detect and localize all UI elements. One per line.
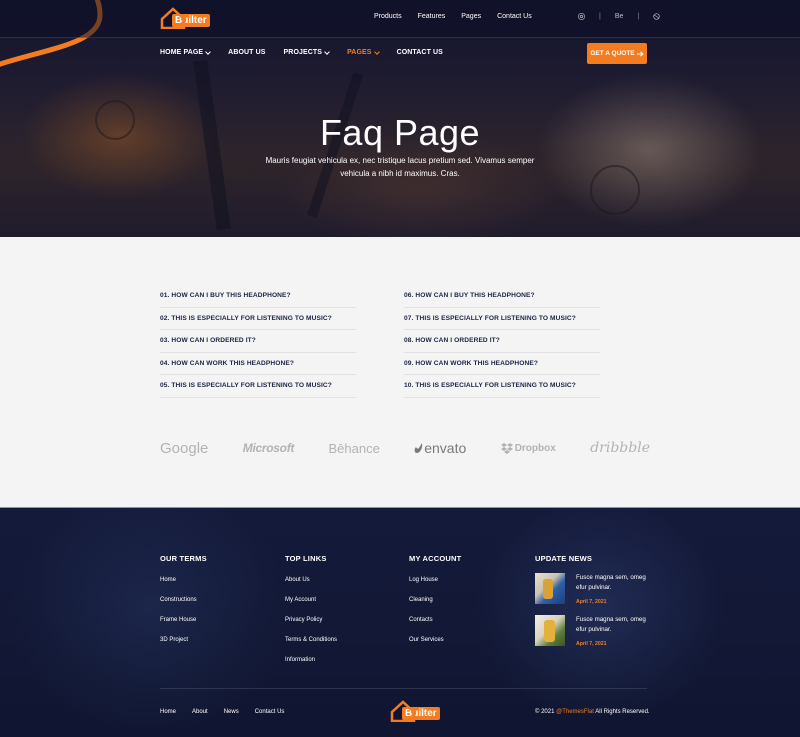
footer-bottom-nav: Home About News Contact Us [160, 709, 300, 715]
footer-link[interactable]: Contacts [409, 617, 461, 637]
nav-about-us[interactable]: ABOUT US [228, 49, 265, 56]
faq-question[interactable]: 05. THIS IS ESPECIALLY FOR LISTENING TO … [160, 375, 356, 398]
brand-logos: Google Microsoft Bēhance envato Dropbox … [160, 437, 650, 459]
footer-link[interactable]: Cleaning [409, 597, 461, 617]
social-links: | Be | [578, 13, 660, 20]
arrow-right-icon [636, 51, 644, 56]
footer-bottom-link-about[interactable]: About [192, 709, 208, 715]
behance-logo: Bēhance [328, 440, 380, 456]
footer-link[interactable]: My Account [285, 597, 337, 617]
footer-link[interactable]: Privacy Policy [285, 617, 337, 637]
top-link-products[interactable]: Products [374, 13, 402, 20]
faq-question[interactable]: 03. HOW CAN I ORDERED IT? [160, 330, 356, 353]
chevron-down-icon [324, 48, 330, 55]
top-link-pages[interactable]: Pages [461, 13, 481, 20]
faq-question[interactable]: 07. THIS IS ESPECIALLY FOR LISTENING TO … [404, 308, 600, 330]
faq-list-right: 06. HOW CAN I BUY THIS HEADPHONE? 07. TH… [404, 285, 600, 398]
faq-question[interactable]: 10. THIS IS ESPECIALLY FOR LISTENING TO … [404, 375, 600, 398]
instagram-icon[interactable] [578, 13, 585, 20]
footer-heading: TOP LINKS [285, 554, 327, 563]
footer-top-links: TOP LINKS About Us My Account Privacy Po… [285, 554, 337, 677]
get-a-quote-button[interactable]: GET A QUOTE [587, 43, 647, 64]
footer-update-news: UPDATE NEWS Fusce magna sem, omeg efur p… [535, 554, 655, 651]
news-item[interactable]: Fusce magna sem, omeg efur pulvinar. Apr… [535, 573, 655, 609]
faq-list-left: 01. HOW CAN I BUY THIS HEADPHONE? 02. TH… [160, 285, 356, 398]
footer-link[interactable]: Log House [409, 577, 461, 597]
chevron-down-icon [205, 48, 212, 55]
footer-heading: UPDATE NEWS [535, 554, 593, 563]
logo[interactable]: Builter [160, 7, 210, 29]
footer-bottom-link-news[interactable]: News [224, 709, 239, 715]
footer-link[interactable]: Constructions [160, 597, 207, 617]
footer-logo[interactable]: Builter [390, 700, 440, 722]
envato-leaf-icon [414, 442, 423, 453]
envato-logo: envato [414, 440, 466, 456]
dribbble-logo: dribbble [590, 440, 650, 456]
dropbox-box-icon [500, 442, 513, 454]
footer-heading: MY ACCOUNT [409, 554, 462, 563]
copyright-brand-link[interactable]: @ThemesFlat [556, 709, 594, 715]
news-thumbnail [535, 573, 565, 604]
google-logo: Google [160, 439, 209, 457]
house-logo-icon [160, 7, 186, 29]
faq-question[interactable]: 08. HOW CAN I ORDERED IT? [404, 330, 600, 353]
footer-link[interactable]: Home [160, 577, 207, 597]
nav-contact-us[interactable]: CONTACT US [397, 49, 443, 56]
faq-question[interactable]: 06. HOW CAN I BUY THIS HEADPHONE? [404, 285, 600, 308]
footer-heading: OUR TERMS [160, 554, 207, 563]
page-title: Faq Page [319, 112, 481, 153]
footer-link[interactable]: About Us [285, 577, 337, 597]
hero-banner: Builter Products Features Pages Contact … [0, 0, 800, 237]
chevron-down-icon [373, 48, 380, 55]
microsoft-logo: Microsoft [242, 441, 295, 455]
news-title[interactable]: Fusce magna sem, omeg efur pulvinar. [576, 615, 655, 634]
dribbble-icon[interactable] [653, 13, 660, 20]
news-item[interactable]: Fusce magna sem, omeg efur pulvinar. Apr… [535, 615, 655, 651]
footer: OUR TERMS Home Constructions Frame House… [0, 507, 800, 737]
footer-my-account: MY ACCOUNT Log House Cleaning Contacts O… [409, 554, 461, 657]
news-thumbnail [535, 615, 565, 646]
footer-link[interactable]: 3D Project [160, 637, 207, 657]
faq-question[interactable]: 04. HOW CAN WORK THIS HEADPHONE? [160, 353, 356, 375]
footer-divider [160, 688, 647, 689]
footer-link[interactable]: Information [285, 657, 337, 677]
page-subtitle: Mauris feugiat vehicula ex, nec tristiqu… [265, 156, 535, 178]
faq-question[interactable]: 02. THIS IS ESPECIALLY FOR LISTENING TO … [160, 308, 356, 330]
nav-home-page[interactable]: HOME PAGE [160, 48, 212, 56]
footer-our-terms: OUR TERMS Home Constructions Frame House… [160, 554, 207, 657]
news-date: April 7, 2021 [576, 599, 607, 605]
footer-link[interactable]: Terms & Conditions [285, 637, 337, 657]
footer-link[interactable]: Frame House [160, 617, 207, 637]
footer-bottom-link-contact[interactable]: Contact Us [255, 709, 285, 715]
top-bar: Builter Products Features Pages Contact … [0, 0, 800, 38]
top-link-contact[interactable]: Contact Us [497, 13, 532, 20]
faq-section: 01. HOW CAN I BUY THIS HEADPHONE? 02. TH… [0, 237, 800, 507]
faq-question[interactable]: 01. HOW CAN I BUY THIS HEADPHONE? [160, 285, 356, 308]
footer-bottom-link-home[interactable]: Home [160, 709, 176, 715]
faq-question[interactable]: 09. HOW CAN WORK THIS HEADPHONE? [404, 353, 600, 375]
top-link-features[interactable]: Features [418, 13, 446, 20]
footer-link[interactable]: Our Services [409, 637, 461, 657]
nav-projects[interactable]: PROJECTS [284, 48, 330, 56]
top-links: Products Features Pages Contact Us [374, 13, 548, 20]
copyright: © 2021 @ThemesFlat All Rights Reserved. [535, 709, 650, 715]
main-nav: HOME PAGE ABOUT US PROJECTS PAGES CONTAC… [160, 48, 461, 56]
news-date: April 7, 2021 [576, 641, 607, 647]
house-logo-icon [390, 700, 416, 722]
news-title[interactable]: Fusce magna sem, omeg efur pulvinar. [576, 573, 655, 592]
behance-icon[interactable]: Be [615, 13, 624, 20]
dropbox-logo: Dropbox [500, 442, 556, 454]
nav-pages[interactable]: PAGES [347, 48, 380, 56]
